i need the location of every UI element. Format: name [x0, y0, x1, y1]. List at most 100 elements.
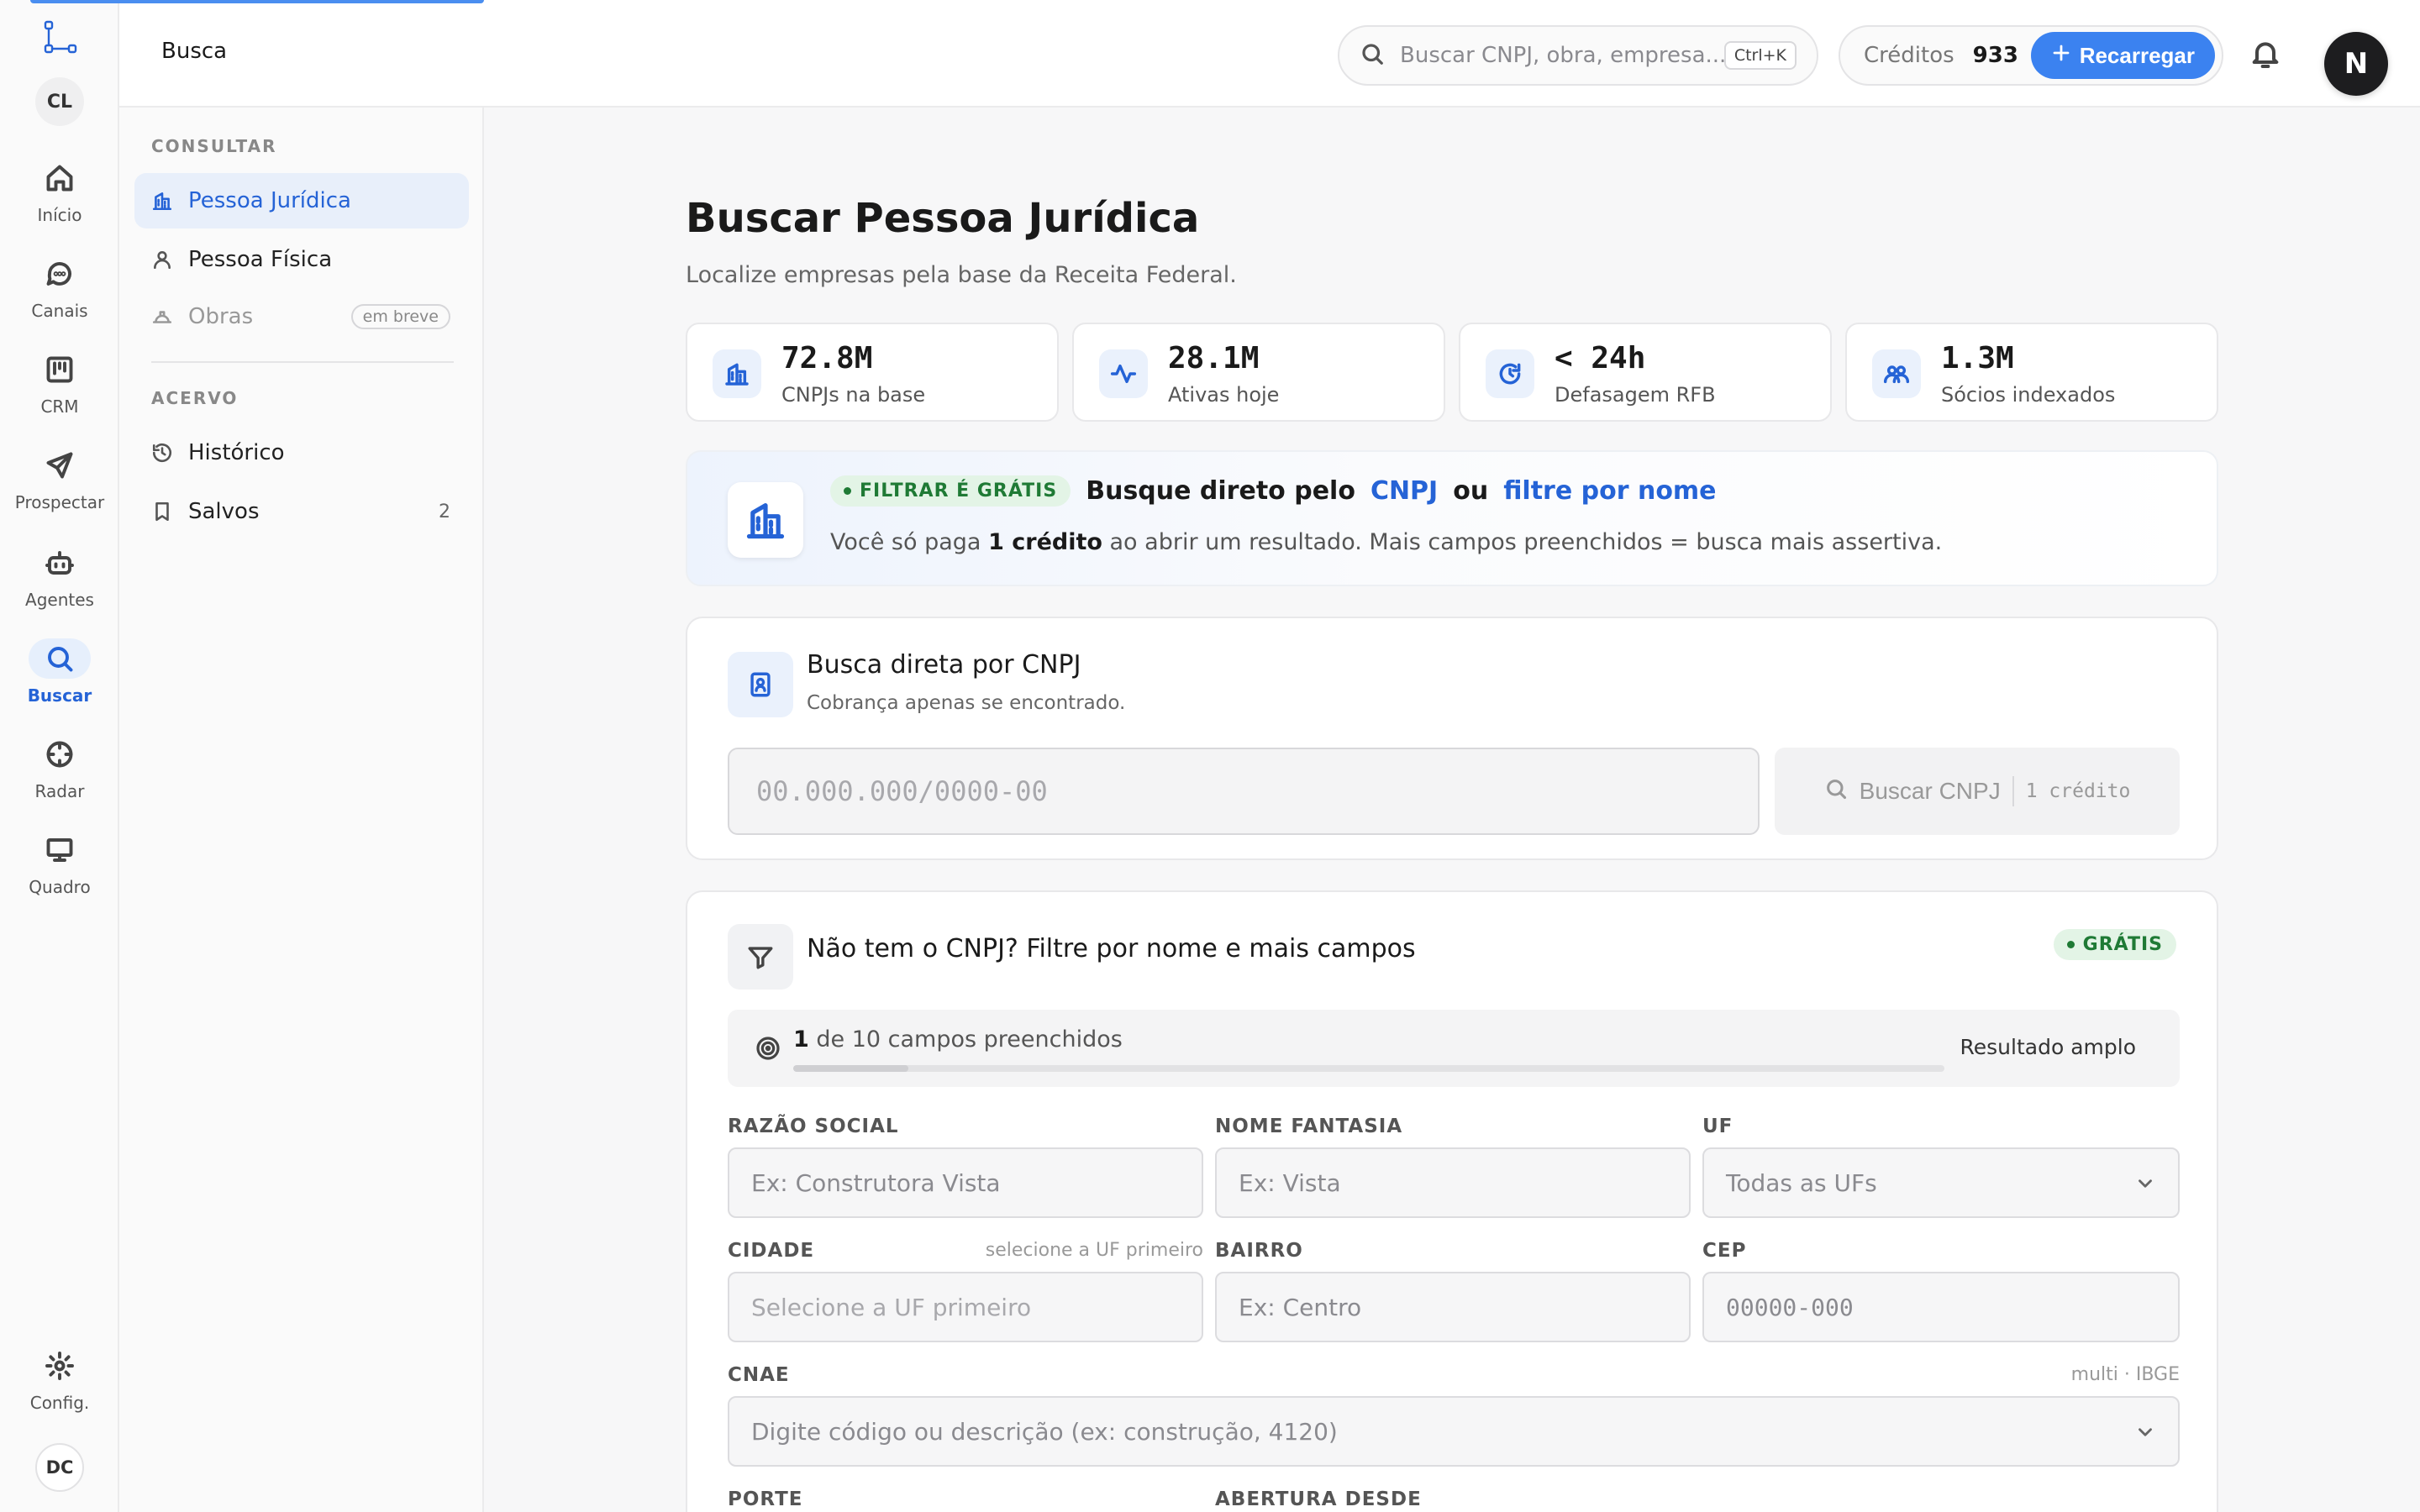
- progress-label: de 10 campos preenchidos: [816, 1026, 1123, 1053]
- rail-item-inicio[interactable]: Início: [0, 158, 119, 242]
- cep-input[interactable]: [1702, 1272, 2180, 1342]
- bairro-input[interactable]: [1215, 1272, 1691, 1342]
- rail-item-label: Início: [37, 205, 82, 225]
- rail-item-buscar[interactable]: Buscar: [0, 638, 119, 722]
- stat-value: 72.8M: [781, 341, 873, 375]
- id-badge-icon: [728, 652, 793, 717]
- search-placeholder: Buscar CNPJ, obra, empresa...: [1400, 43, 1724, 68]
- cnpj-input[interactable]: [728, 748, 1760, 835]
- coming-soon-badge: em breve: [350, 304, 450, 329]
- rail-item-label: Agentes: [25, 590, 94, 610]
- target-icon: [755, 1035, 781, 1062]
- search-cnpj-button[interactable]: Buscar CNPJ 1 crédito: [1775, 748, 2180, 835]
- stat-card-defasagem: < 24h Defasagem RFB: [1459, 323, 1832, 422]
- recharge-label: Recarregar: [2079, 42, 2195, 68]
- button-cost: 1 crédito: [2025, 780, 2131, 802]
- stat-label: CNPJs na base: [781, 383, 926, 407]
- subnav-divider: [151, 361, 454, 363]
- promo-description: Você só paga 1 crédito ao abrir um resul…: [830, 529, 1942, 555]
- user-avatar[interactable]: DC: [35, 1443, 84, 1492]
- search-icon: [29, 638, 91, 679]
- rail-item-settings[interactable]: Config.: [0, 1346, 119, 1430]
- card-title: Busca direta por CNPJ: [807, 650, 1081, 680]
- stat-value: 28.1M: [1168, 341, 1260, 375]
- promo-headline: FILTRAR É GRÁTIS Busque direto pelo CNPJ…: [830, 475, 1717, 507]
- chevron-down-icon: [2134, 1173, 2156, 1194]
- kanban-icon: [39, 349, 80, 390]
- stat-card-socios: 1.3M Sócios indexados: [1845, 323, 2218, 422]
- recharge-button[interactable]: Recarregar: [2030, 32, 2215, 79]
- cidade-value: Selecione a UF primeiro: [751, 1293, 1032, 1321]
- gear-icon: [39, 1346, 80, 1386]
- stat-card-ativas: 28.1M Ativas hoje: [1072, 323, 1445, 422]
- cnpj-link[interactable]: CNPJ: [1370, 476, 1438, 506]
- activity-icon: [1099, 349, 1148, 398]
- home-icon: [39, 158, 80, 198]
- uf-label: UF: [1702, 1116, 1733, 1137]
- cnae-select[interactable]: Digite código ou descrição (ex: construç…: [728, 1396, 2180, 1467]
- rail-item-crm[interactable]: CRM: [0, 349, 119, 433]
- refresh-clock-icon: [1486, 349, 1534, 398]
- account-avatar[interactable]: N: [2324, 32, 2388, 96]
- subnav-label: Pessoa Física: [188, 247, 333, 272]
- rail-item-label: Canais: [31, 301, 88, 321]
- card-subtitle: Cobrança apenas se encontrado.: [807, 692, 1126, 714]
- subnav-item-pessoa-fisica[interactable]: Pessoa Física: [134, 232, 469, 287]
- subnav-item-pessoa-juridica[interactable]: Pessoa Jurídica: [134, 173, 469, 228]
- credits-value: 933: [1972, 43, 2018, 68]
- cnae-label: CNAE: [728, 1364, 790, 1386]
- app-logo-icon[interactable]: [44, 20, 77, 54]
- free-filter-pill: FILTRAR É GRÁTIS: [830, 475, 1071, 507]
- rail-item-label: CRM: [40, 396, 79, 417]
- cep-label: CEP: [1702, 1240, 1747, 1262]
- credits-label: Créditos: [1864, 43, 1954, 68]
- notifications-bell-icon[interactable]: [2249, 37, 2282, 71]
- search-icon: [1824, 777, 1848, 806]
- cidade-select: Selecione a UF primeiro: [728, 1272, 1203, 1342]
- promo-desc-a: Você só paga: [830, 529, 981, 555]
- promo-text-a: Busque direto pelo: [1086, 476, 1355, 506]
- workspace-avatar[interactable]: CL: [35, 77, 84, 126]
- stat-value: 1.3M: [1941, 341, 2014, 375]
- hardhat-icon: [152, 311, 172, 323]
- stat-label: Sócios indexados: [1941, 383, 2116, 407]
- rail-item-prospectar[interactable]: Prospectar: [0, 445, 119, 529]
- subnav-item-salvos[interactable]: Salvos 2: [134, 484, 469, 539]
- card-title: Não tem o CNPJ? Filtre por nome e mais c…: [807, 934, 1416, 963]
- stat-label: Defasagem RFB: [1555, 383, 1716, 407]
- promo-text-b: ou: [1453, 476, 1489, 506]
- uf-select[interactable]: Todas as UFs: [1702, 1147, 2180, 1218]
- fantasia-label: NOME FANTASIA: [1215, 1116, 1403, 1137]
- section-consultar: CONSULTAR: [151, 136, 277, 156]
- rail-item-label: Config.: [29, 1393, 90, 1413]
- progress-count: 1: [793, 1026, 809, 1053]
- search-subnav: CONSULTAR Pessoa Jurídica Pessoa Física …: [119, 108, 484, 1512]
- plus-icon: [2051, 43, 2071, 69]
- subnav-item-historico[interactable]: Histórico: [134, 425, 469, 480]
- presentation-icon: [39, 830, 80, 870]
- page-loading-bar: [30, 0, 484, 3]
- cnae-placeholder: Digite código ou descrição (ex: construç…: [751, 1417, 1338, 1446]
- filter-by-name-link[interactable]: filtre por nome: [1503, 476, 1716, 506]
- subnav-item-obras: Obras em breve: [134, 289, 469, 344]
- stat-value: < 24h: [1555, 341, 1646, 375]
- page-title: Buscar Pessoa Jurídica: [686, 195, 1200, 242]
- rail-item-canais[interactable]: Canais: [0, 254, 119, 338]
- global-search[interactable]: Buscar CNPJ, obra, empresa... Ctrl+K: [1338, 25, 1818, 86]
- subnav-label: Salvos: [188, 499, 260, 524]
- rail-item-agentes[interactable]: Agentes: [0, 543, 119, 627]
- rail-item-quadro[interactable]: Quadro: [0, 830, 119, 914]
- filter-card: Não tem o CNPJ? Filtre por nome e mais c…: [686, 890, 2218, 1512]
- promo-banner: FILTRAR É GRÁTIS Busque direto pelo CNPJ…: [686, 450, 2218, 586]
- rail-item-radar[interactable]: Radar: [0, 734, 119, 818]
- stat-label: Ativas hoje: [1168, 383, 1280, 407]
- chat-icon: [39, 254, 80, 294]
- nome-fantasia-input[interactable]: [1215, 1147, 1691, 1218]
- pill-label: FILTRAR É GRÁTIS: [860, 480, 1058, 501]
- chevron-down-icon: [2134, 1421, 2156, 1443]
- status-dot: [844, 487, 851, 495]
- razao-social-input[interactable]: [728, 1147, 1203, 1218]
- fields-progress: 1 de 10 campos preenchidos Resultado amp…: [728, 1010, 2180, 1087]
- building-icon: [728, 482, 803, 558]
- bookmark-icon: [155, 501, 169, 522]
